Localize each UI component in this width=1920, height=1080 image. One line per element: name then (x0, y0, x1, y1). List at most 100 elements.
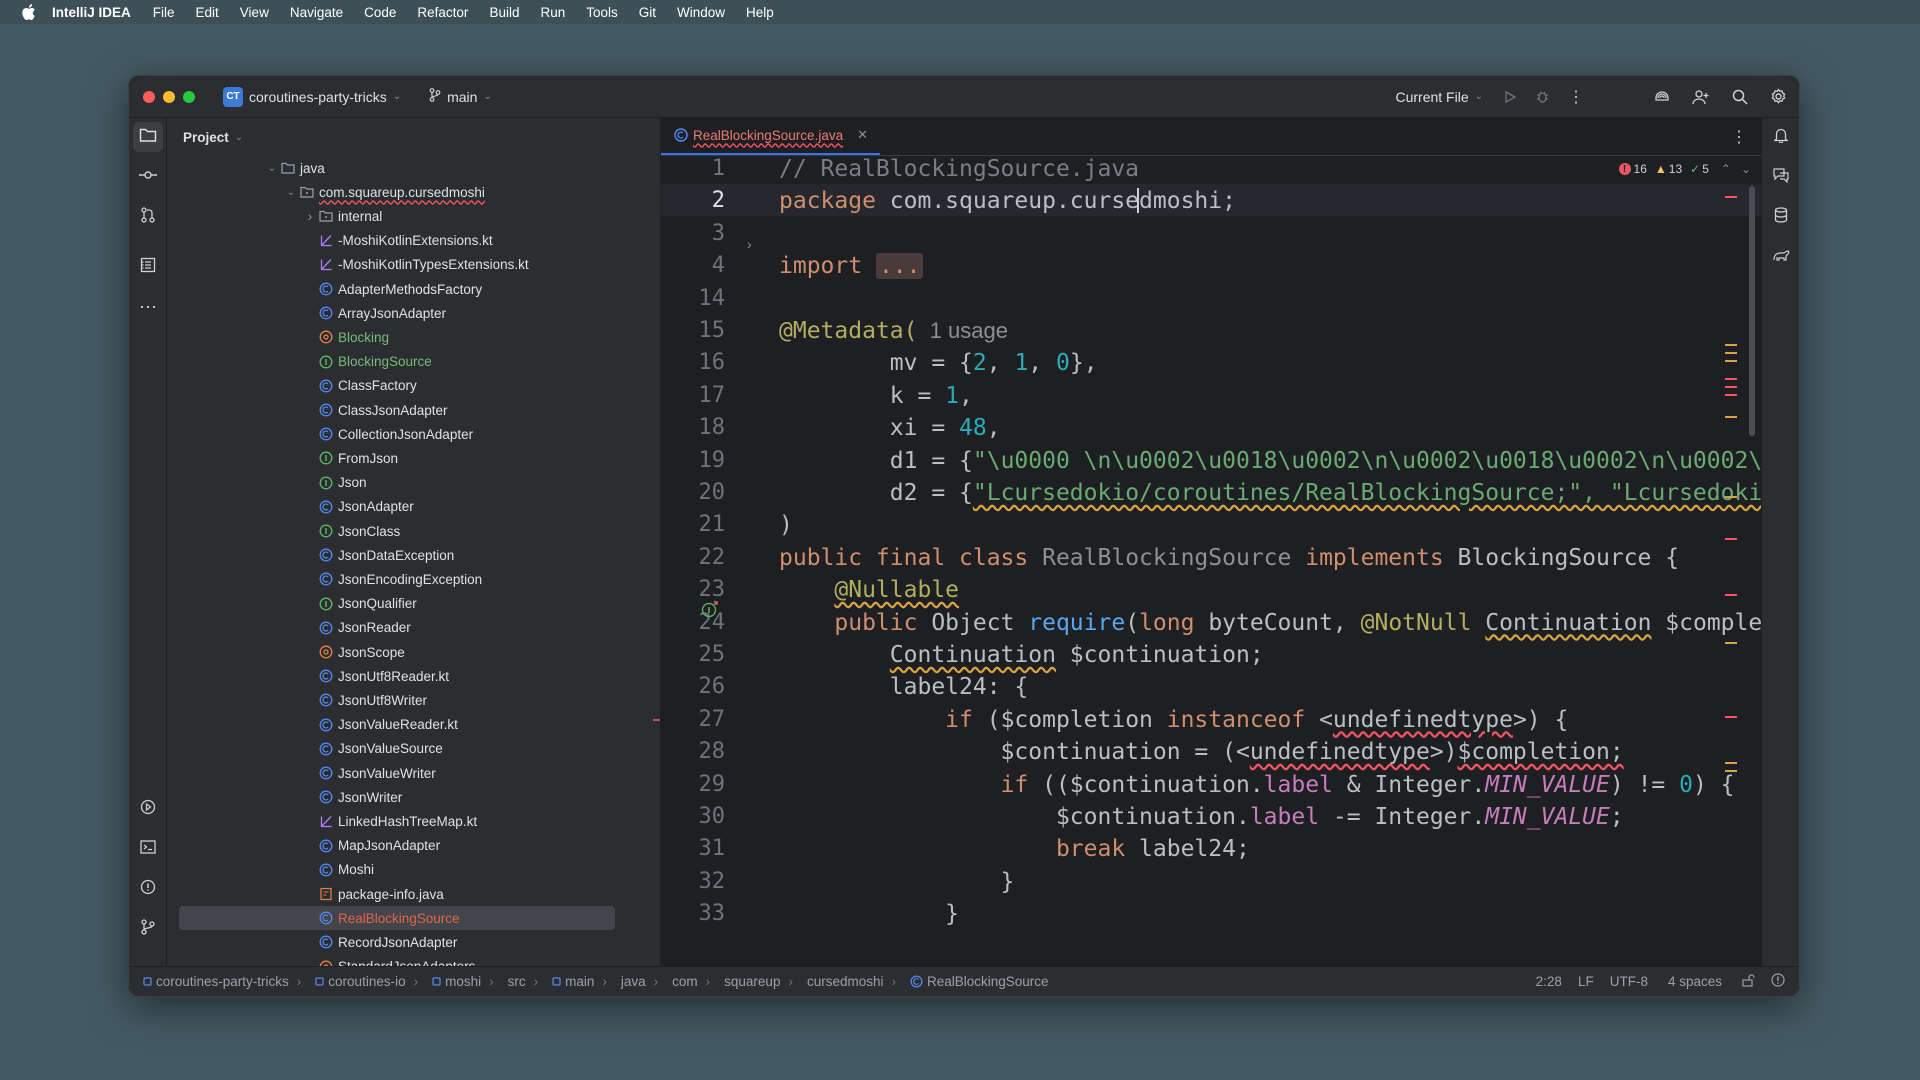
tree-item[interactable]: JsonValueSource (167, 737, 660, 761)
breadcrumb-item[interactable]: main › (552, 974, 615, 989)
fold-arrow-icon[interactable]: › (747, 236, 752, 252)
stripe-marker[interactable] (1725, 416, 1737, 418)
add-user-icon[interactable] (1692, 89, 1710, 105)
stripe-marker[interactable] (1725, 360, 1737, 362)
problems-tool-button[interactable] (133, 874, 163, 904)
menu-view[interactable]: View (240, 5, 269, 20)
tree-item[interactable]: LinkedHashTreeMap.kt (167, 809, 660, 833)
stripe-marker[interactable] (1725, 352, 1737, 354)
tree-item[interactable]: package-info.java (167, 882, 660, 906)
tree-item[interactable]: ArrayJsonAdapter (167, 301, 660, 325)
breadcrumb-item[interactable]: coroutines-io › (315, 974, 426, 989)
code-editor[interactable]: 1 2 3 4 14 15 16 17 18 19 20 21 22 23 24 25 26 27 28 29 30 31… (661, 156, 1763, 930)
menu-git[interactable]: Git (639, 5, 656, 20)
stripe-marker[interactable] (1725, 538, 1737, 540)
tree-item[interactable]: AdapterMethodsFactory (167, 277, 660, 301)
git-tool-button[interactable] (133, 914, 163, 944)
tree-item[interactable]: ⌄ com.squareup.cursedmoshi (167, 180, 660, 204)
run-config-selector[interactable]: Current File ⌄ (1395, 89, 1483, 105)
previous-highlight-icon[interactable]: ⌃ (1721, 162, 1731, 176)
stripe-marker[interactable] (1725, 762, 1737, 764)
tree-item[interactable]: Json (167, 471, 660, 495)
structure-tool-button[interactable] (133, 252, 163, 282)
more-tools-icon[interactable]: ⋯ (133, 292, 163, 322)
branch-widget[interactable]: main ⌄ (429, 88, 492, 105)
menu-build[interactable]: Build (489, 5, 519, 20)
tree-item[interactable]: -MoshiKotlinExtensions.kt (167, 229, 660, 253)
menu-app-name[interactable]: IntelliJ IDEA (52, 5, 131, 20)
tree-item[interactable]: JsonAdapter (167, 495, 660, 519)
settings-gear-icon[interactable] (1770, 88, 1787, 105)
caret-position[interactable]: 2:28 (1536, 974, 1562, 989)
breadcrumb-item[interactable]: RealBlockingSource (910, 974, 1049, 989)
menu-window[interactable]: Window (677, 5, 725, 20)
breadcrumb-item[interactable]: java › (621, 974, 666, 989)
tree-item[interactable]: MapJsonAdapter (167, 834, 660, 858)
tree-item[interactable]: ⌄ java (167, 156, 660, 180)
stripe-marker[interactable] (1725, 716, 1737, 718)
stripe-marker[interactable] (1725, 394, 1737, 396)
tree-item[interactable]: RealBlockingSource (167, 906, 660, 931)
editor-scrollbar[interactable] (1749, 186, 1755, 436)
tree-item[interactable]: JsonScope (167, 640, 660, 664)
tree-item[interactable]: ClassFactory (167, 374, 660, 398)
stripe-marker[interactable] (1725, 770, 1737, 772)
pull-requests-tool-button[interactable] (133, 202, 163, 232)
notifications-tool-button[interactable] (1766, 122, 1796, 152)
tree-item[interactable]: JsonEncodingException (167, 567, 660, 591)
breadcrumb-item[interactable]: squareup › (724, 974, 801, 989)
menu-code[interactable]: Code (364, 5, 396, 20)
menu-tools[interactable]: Tools (586, 5, 618, 20)
close-window-button[interactable] (143, 90, 155, 103)
menu-file[interactable]: File (153, 5, 175, 20)
tree-item[interactable]: JsonUtf8Writer (167, 688, 660, 712)
indent-setting[interactable]: 4 spaces (1668, 974, 1722, 989)
tree-item[interactable]: JsonClass (167, 519, 660, 543)
breadcrumb-item[interactable]: cursedmoshi › (807, 974, 904, 989)
project-tool-button[interactable] (133, 122, 163, 152)
breadcrumb-item[interactable]: src › (508, 974, 547, 989)
maximize-window-button[interactable] (183, 90, 195, 103)
tree-item[interactable]: RecordJsonAdapter (167, 930, 660, 954)
menu-refactor[interactable]: Refactor (417, 5, 468, 20)
stripe-marker[interactable] (1725, 496, 1737, 498)
chevron-down-icon[interactable]: ⌄ (264, 163, 280, 174)
menu-navigate[interactable]: Navigate (290, 5, 343, 20)
tree-item[interactable]: CollectionJsonAdapter (167, 422, 660, 446)
readonly-lock-icon[interactable] (1742, 973, 1755, 990)
tree-item[interactable]: JsonWriter (167, 785, 660, 809)
tab-options-icon[interactable]: ⋮ (1731, 127, 1747, 147)
tree-item[interactable]: JsonDataException (167, 543, 660, 567)
tree-item[interactable]: › internal (167, 204, 660, 228)
ai-assistant-icon[interactable] (1654, 89, 1670, 105)
tree-item[interactable]: JsonQualifier (167, 592, 660, 616)
tree-item[interactable]: JsonValueWriter (167, 761, 660, 785)
tree-item[interactable]: Blocking (167, 325, 660, 349)
stripe-marker[interactable] (1725, 196, 1737, 198)
menu-edit[interactable]: Edit (196, 5, 219, 20)
project-panel-header[interactable]: Project ⌄ (167, 118, 660, 156)
close-tab-icon[interactable]: ✕ (857, 127, 868, 143)
tree-item[interactable]: JsonUtf8Reader.kt (167, 664, 660, 688)
debug-icon[interactable] (1535, 89, 1550, 104)
tree-item[interactable]: ClassJsonAdapter (167, 398, 660, 422)
next-highlight-icon[interactable]: ⌄ (1741, 162, 1751, 176)
tree-item[interactable]: JsonValueReader.kt (167, 713, 660, 737)
project-widget[interactable]: CT coroutines-party-tricks ⌄ (223, 86, 401, 107)
chevron-down-icon[interactable]: ⌄ (283, 187, 299, 198)
editor-tab-realblockingsource[interactable]: RealBlockingSource.java ✕ (661, 117, 880, 155)
stripe-marker[interactable] (1725, 386, 1737, 388)
inspection-widget[interactable]: ! 16 ▲ 13 ✓ 5 ⌃ ⌄ (1612, 162, 1751, 176)
breadcrumb-item[interactable]: moshi › (432, 974, 502, 989)
stripe-marker[interactable] (1725, 642, 1737, 644)
ai-chat-tool-button[interactable] (1766, 162, 1796, 192)
tree-item[interactable]: FromJson (167, 446, 660, 470)
services-tool-button[interactable] (133, 794, 163, 824)
apple-icon[interactable] (20, 3, 38, 21)
terminal-tool-button[interactable] (133, 834, 163, 864)
tree-item[interactable]: Moshi (167, 858, 660, 882)
problems-status-icon[interactable] (1771, 973, 1785, 990)
menu-help[interactable]: Help (746, 5, 774, 20)
breadcrumb-item[interactable]: coroutines-party-tricks › (143, 974, 309, 989)
menu-run[interactable]: Run (540, 5, 565, 20)
